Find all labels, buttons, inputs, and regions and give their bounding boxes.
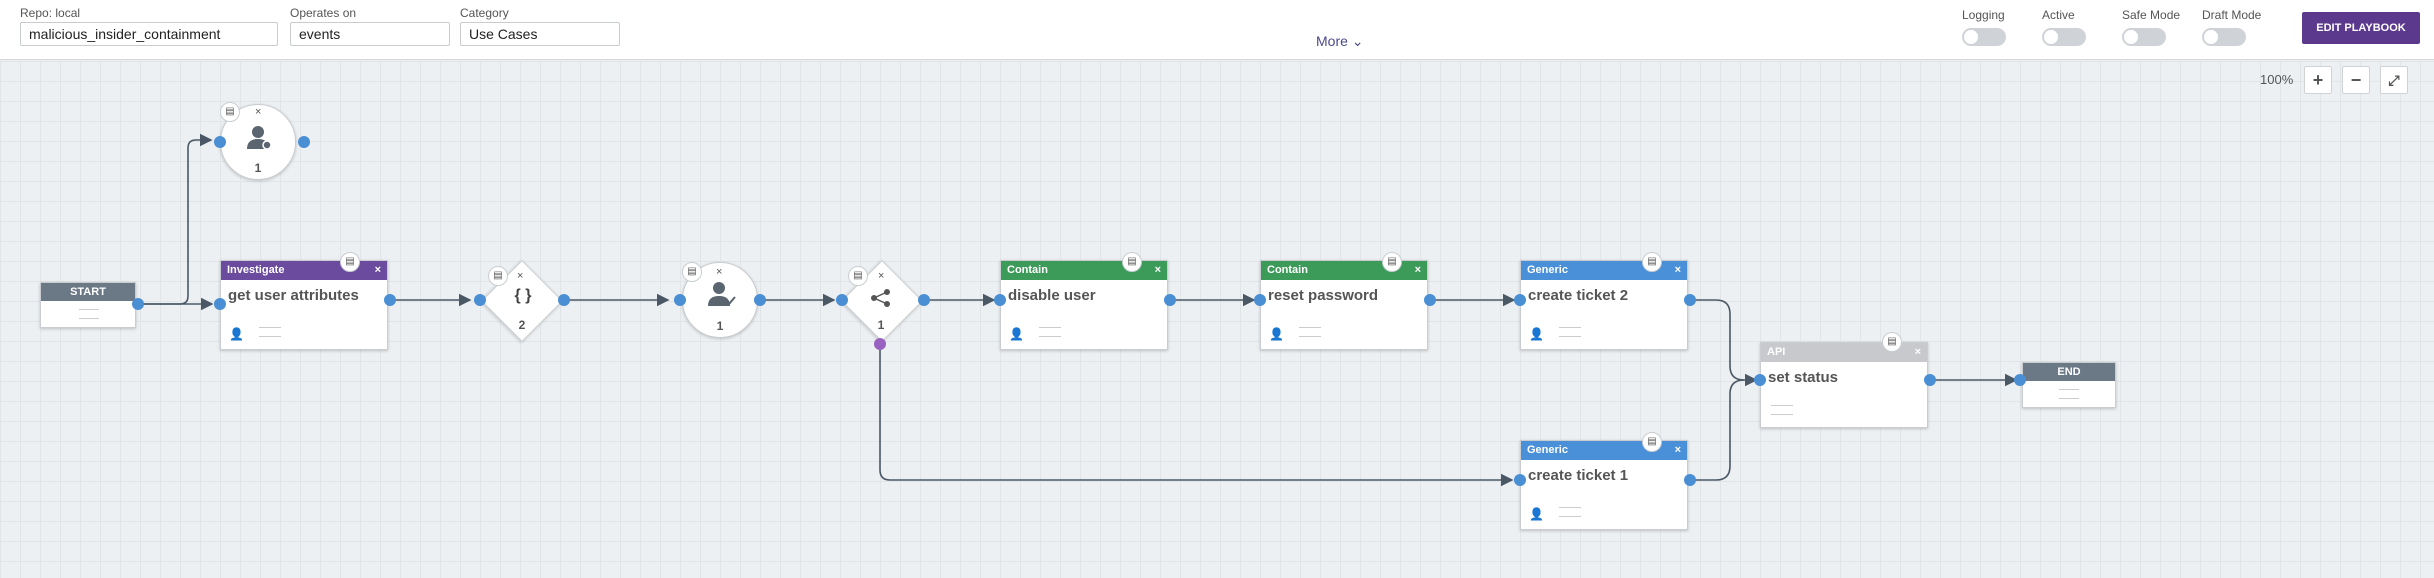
user-icon: 👤 bbox=[229, 327, 244, 341]
output-port[interactable] bbox=[1684, 474, 1696, 486]
input-port[interactable] bbox=[836, 294, 848, 306]
input-port[interactable] bbox=[1514, 474, 1526, 486]
close-icon[interactable]: × bbox=[878, 270, 884, 282]
node-title: disable user bbox=[1008, 287, 1096, 304]
node-title: reset password bbox=[1268, 287, 1379, 304]
output-port[interactable] bbox=[918, 294, 930, 306]
create-ticket-2-node[interactable]: Generic × create ticket 2 👤 bbox=[1520, 260, 1688, 350]
output-port[interactable] bbox=[1924, 374, 1936, 386]
node-title: create ticket 2 bbox=[1528, 287, 1629, 304]
close-icon[interactable]: × bbox=[1675, 261, 1681, 280]
node-meta-lines bbox=[2059, 389, 2079, 399]
end-label: END bbox=[2023, 363, 2115, 381]
node-type-label: Investigate × bbox=[221, 261, 387, 280]
end-input-port[interactable] bbox=[2014, 374, 2026, 386]
prompt-count: 1 bbox=[254, 161, 262, 175]
filter-count: 1 bbox=[877, 318, 885, 332]
close-icon[interactable]: × bbox=[716, 266, 722, 278]
output-port[interactable] bbox=[298, 136, 310, 148]
node-type-label: Generic × bbox=[1521, 261, 1687, 280]
node-title: set status bbox=[1768, 369, 1839, 386]
close-icon[interactable]: × bbox=[1155, 261, 1161, 280]
doc-icon[interactable]: ▤ bbox=[488, 266, 508, 286]
braces-icon: { } bbox=[514, 287, 532, 304]
user-gear-icon bbox=[247, 125, 273, 158]
user-icon: 👤 bbox=[1269, 327, 1284, 341]
prompt-count: 1 bbox=[716, 319, 724, 333]
input-port[interactable] bbox=[214, 136, 226, 148]
node-title: get user attributes bbox=[228, 287, 359, 304]
doc-icon[interactable]: ▤ bbox=[848, 266, 868, 286]
reset-password-node[interactable]: Contain × reset password 👤 bbox=[1260, 260, 1428, 350]
node-type-label: Generic × bbox=[1521, 441, 1687, 460]
node-meta-lines bbox=[1039, 327, 1061, 337]
end-node[interactable]: END bbox=[2022, 362, 2116, 408]
close-icon[interactable]: × bbox=[255, 106, 261, 118]
doc-icon[interactable]: ▤ bbox=[1382, 252, 1402, 272]
close-icon[interactable]: × bbox=[1415, 261, 1421, 280]
node-type-label: Contain × bbox=[1001, 261, 1167, 280]
start-node[interactable]: START bbox=[40, 282, 136, 328]
node-type-label: Contain × bbox=[1261, 261, 1427, 280]
node-meta-lines bbox=[1559, 327, 1581, 337]
input-port[interactable] bbox=[994, 294, 1006, 306]
node-meta-lines bbox=[1771, 405, 1793, 415]
input-port[interactable] bbox=[1254, 294, 1266, 306]
create-ticket-1-node[interactable]: Generic × create ticket 1 👤 bbox=[1520, 440, 1688, 530]
doc-icon[interactable]: ▤ bbox=[1882, 332, 1902, 352]
disable-user-node[interactable]: Contain × disable user 👤 bbox=[1000, 260, 1168, 350]
doc-icon[interactable]: ▤ bbox=[1642, 432, 1662, 452]
format-count: 2 bbox=[518, 318, 526, 332]
close-icon[interactable]: × bbox=[1915, 343, 1921, 362]
edge-filter-ticket1 bbox=[879, 344, 1514, 487]
input-port[interactable] bbox=[674, 294, 686, 306]
edge-ticket1-status bbox=[1692, 379, 1745, 481]
doc-icon[interactable]: ▤ bbox=[1122, 252, 1142, 272]
close-icon[interactable]: × bbox=[1675, 441, 1681, 460]
node-meta-lines bbox=[1299, 327, 1321, 337]
user-check-icon bbox=[708, 281, 736, 314]
user-icon: 👤 bbox=[1529, 327, 1544, 341]
node-type-label: API × bbox=[1761, 343, 1927, 362]
doc-icon[interactable]: ▤ bbox=[220, 102, 240, 122]
start-label: START bbox=[41, 283, 135, 301]
close-icon[interactable]: × bbox=[375, 261, 381, 280]
input-port[interactable] bbox=[474, 294, 486, 306]
output-port[interactable] bbox=[558, 294, 570, 306]
close-icon[interactable]: × bbox=[517, 270, 523, 282]
input-port[interactable] bbox=[214, 298, 226, 310]
start-output-port[interactable] bbox=[132, 298, 144, 310]
input-port[interactable] bbox=[1514, 294, 1526, 306]
output-port[interactable] bbox=[754, 294, 766, 306]
set-status-node[interactable]: API × set status bbox=[1760, 342, 1928, 428]
doc-icon[interactable]: ▤ bbox=[682, 262, 702, 282]
doc-icon[interactable]: ▤ bbox=[340, 252, 360, 272]
output-port[interactable] bbox=[1684, 294, 1696, 306]
doc-icon[interactable]: ▤ bbox=[1642, 252, 1662, 272]
input-port[interactable] bbox=[1754, 374, 1766, 386]
node-meta-lines bbox=[79, 309, 99, 319]
node-title: create ticket 1 bbox=[1528, 467, 1629, 484]
share-icon bbox=[870, 288, 892, 313]
node-meta-lines bbox=[259, 327, 281, 337]
filter-output-port[interactable] bbox=[874, 338, 886, 350]
node-meta-lines bbox=[1559, 507, 1581, 517]
output-port[interactable] bbox=[1164, 294, 1176, 306]
user-icon: 👤 bbox=[1529, 507, 1544, 521]
edge-ticket2-status bbox=[1692, 299, 1758, 387]
investigate-node[interactable]: Investigate × get user attributes 👤 bbox=[220, 260, 388, 350]
output-port[interactable] bbox=[384, 294, 396, 306]
edge-start-prompt bbox=[138, 133, 213, 305]
output-port[interactable] bbox=[1424, 294, 1436, 306]
user-icon: 👤 bbox=[1009, 327, 1024, 341]
